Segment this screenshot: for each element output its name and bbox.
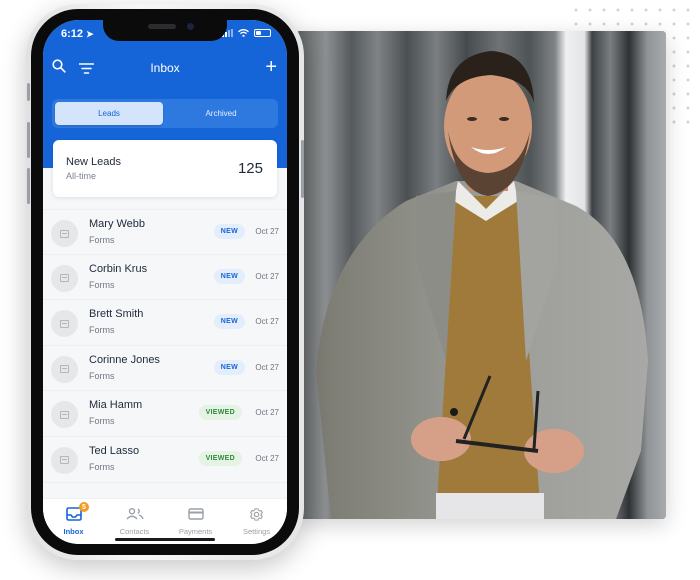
status-time-text: 6:12 [61,28,84,40]
inbox-tray-icon [60,456,69,465]
tab-label: Payments [178,527,213,536]
lead-date: Oct 27 [255,362,279,372]
hero-photo [296,31,666,519]
segmented-control: Leads Archived [52,99,278,128]
lead-name: Ted Lasso [89,444,140,457]
phone-power-button [301,140,304,198]
avatar [51,446,78,474]
home-indicator [115,538,215,541]
new-leads-summary-card[interactable]: New Leads All-time 125 [53,140,277,197]
lead-name: Mary Webb [89,218,146,230]
tab-leads[interactable]: Leads [55,102,163,125]
avatar [51,355,78,383]
avatar [51,310,78,338]
lead-source: Forms [89,370,115,381]
status-bar-icons [222,29,271,37]
location-arrow-icon: ➤ [86,29,94,39]
status-badge: NEW [213,359,245,375]
wifi-icon [238,29,249,37]
lead-date: Oct 27 [255,453,279,463]
lead-source: Forms [89,416,115,427]
leads-list: Mary Webb Forms NEW Oct 27 Corbin Krus F… [43,209,287,483]
list-item[interactable]: Corbin Krus Forms NEW Oct 27 [43,255,287,301]
list-item[interactable]: Mary Webb Forms NEW Oct 27 [43,209,287,255]
list-item[interactable]: Mia Hamm Forms VIEWED Oct 27 [43,391,287,437]
inbox-tray-icon [60,365,69,374]
summary-count: 125 [237,160,263,177]
lead-date: Oct 27 [255,317,279,327]
front-camera [187,23,194,30]
tab-label: Contacts [119,527,150,536]
lead-name: Corinne Jones [89,353,160,366]
speaker-grille [148,24,176,29]
page-title: Inbox [150,61,180,75]
plus-icon[interactable]: + [265,57,277,77]
summary-title: New Leads [66,156,122,168]
avatar [51,264,78,292]
lead-date: Oct 27 [255,408,279,418]
lead-name: Mia Hamm [89,399,143,412]
contacts-icon [125,506,144,522]
list-item[interactable]: Corinne Jones Forms NEW Oct 27 [43,346,287,392]
lead-source: Forms [89,235,115,245]
status-badge: VIEWED [198,450,242,466]
status-badge: VIEWED [198,405,242,421]
lead-source: Forms [89,279,115,290]
notification-badge: 5 [79,502,89,512]
battery-icon [254,29,271,37]
list-item[interactable]: Brett Smith Forms NEW Oct 27 [43,300,287,346]
lead-source: Forms [89,325,115,336]
status-badge: NEW [213,314,245,330]
inbox-tray-icon [60,410,69,419]
tab-archived[interactable]: Archived [167,102,275,125]
phone-silent-switch [27,83,30,101]
phone-screen: 6:12 ➤ Inbox + Leads Archived New Leads … [43,20,287,544]
tab-label: Inbox [63,527,84,536]
tab-settings[interactable]: Settings [226,499,287,544]
man-portrait-illustration [296,31,666,519]
lead-name: Brett Smith [89,308,144,321]
lead-source: Forms [89,461,115,472]
summary-subtitle: All-time [66,171,97,181]
inbox-tray-icon [60,229,69,238]
inbox-tray-icon [60,319,69,328]
phone-notch [103,20,227,41]
phone-volume-down [27,168,30,204]
avatar [51,401,78,429]
lead-date: Oct 27 [255,227,279,236]
inbox-tray-icon [60,274,69,283]
gear-icon [249,506,264,522]
credit-card-icon [187,506,204,522]
list-item[interactable]: Ted Lasso Forms VIEWED Oct 27 [43,437,287,483]
status-badge: NEW [213,268,245,284]
phone-volume-up [27,122,30,158]
lead-date: Oct 27 [255,271,279,281]
status-badge: NEW [213,224,245,239]
avatar [51,220,78,247]
tab-label: Settings [242,527,271,536]
status-bar-time: 6:12 ➤ [61,28,94,40]
tab-inbox[interactable]: 5 Inbox [43,499,104,544]
lead-name: Corbin Krus [89,262,148,275]
